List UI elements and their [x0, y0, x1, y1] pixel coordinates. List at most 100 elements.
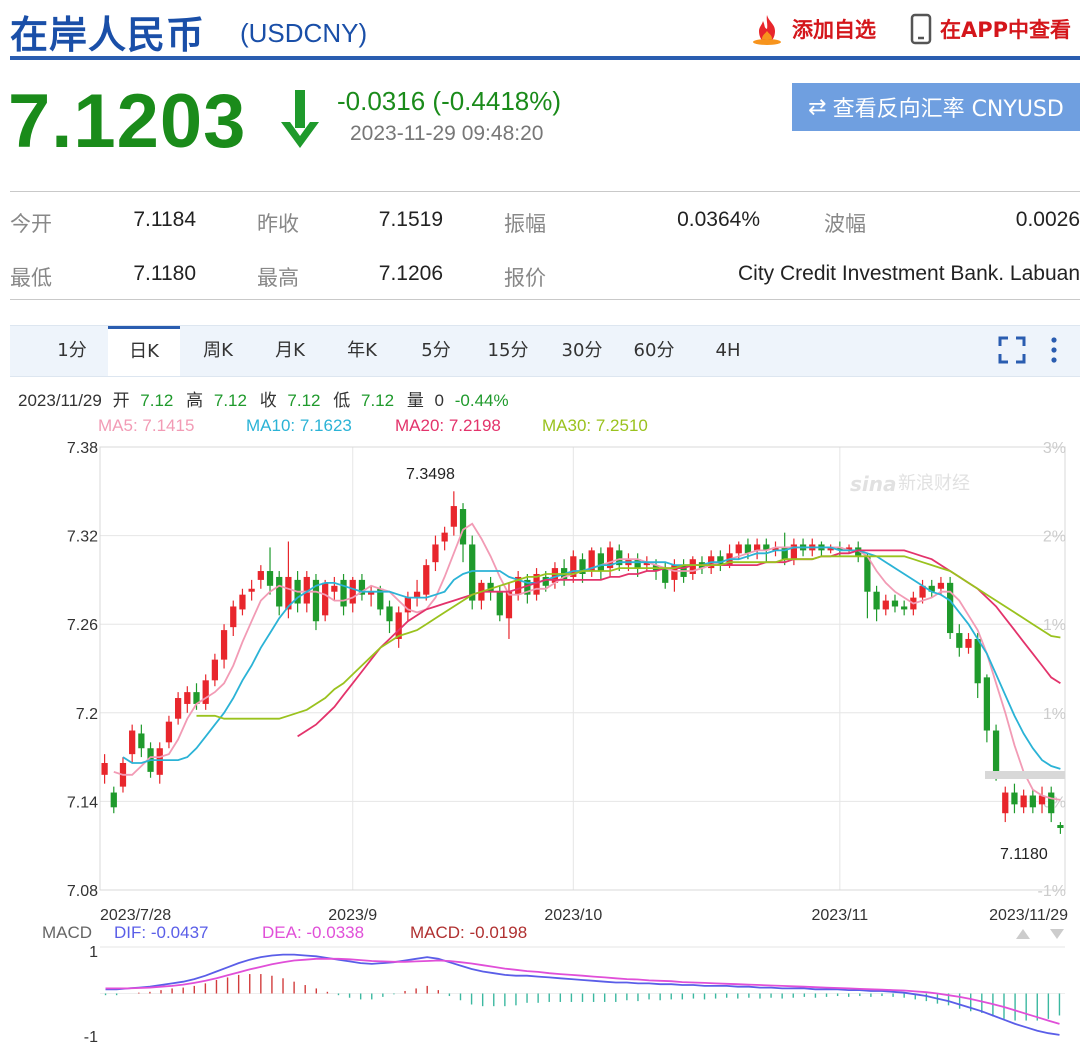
wave-value: 0.0026 — [1015, 208, 1080, 231]
tab-1min[interactable]: 1分 — [40, 326, 104, 376]
candle-body — [165, 721, 173, 743]
candle-body — [496, 591, 503, 616]
swap-icon: ⇄ — [808, 94, 827, 120]
ticker-code: (USDCNY) — [240, 18, 368, 48]
scroll-down-icon — [1050, 929, 1064, 939]
add-favorite-button[interactable]: 添加自选 — [750, 12, 876, 46]
quote-source-label: 报价 — [504, 267, 546, 290]
ma5-line — [113, 522, 1061, 801]
candle-body — [211, 659, 219, 681]
candle-body — [432, 544, 439, 563]
x-tick-label: 2023/11 — [812, 907, 869, 924]
info-close: 7.12 — [287, 391, 320, 410]
candle-body — [220, 630, 228, 660]
dif-legend: DIF: -0.0437 — [114, 923, 209, 942]
y-tick-right: 1% — [1043, 706, 1066, 723]
info-low-label: 低 — [333, 391, 350, 410]
x-tick-label: 2023/7/28 — [100, 907, 171, 924]
down-arrow-icon — [281, 90, 319, 148]
macd-value-legend: MACD: -0.0198 — [410, 923, 527, 942]
x-tick-label: 2023/10 — [544, 907, 602, 924]
candle-body — [386, 606, 393, 622]
candle-body — [101, 763, 108, 775]
tab-4h[interactable]: 4H — [696, 326, 760, 376]
tab-weekly[interactable]: 周K — [186, 326, 250, 376]
header: 在岸人民币 (USDCNY) 添加自选 在APP中查看 — [0, 0, 1080, 60]
candle-body — [1048, 792, 1055, 814]
candle-body — [239, 594, 246, 610]
y-tick-label: 7.2 — [76, 706, 98, 723]
y-tick-right: 3% — [1043, 440, 1066, 457]
view-in-app-button[interactable]: 在APP中查看 — [910, 12, 1071, 46]
candle-body — [983, 677, 991, 731]
fullscreen-icon[interactable] — [998, 336, 1026, 364]
macd-tick-label: 1 — [89, 944, 98, 961]
tab-yearly[interactable]: 年K — [330, 326, 394, 376]
scroll-up-icon — [1016, 929, 1030, 939]
stats-bottom-divider — [10, 299, 1080, 300]
tab-monthly[interactable]: 月K — [258, 326, 322, 376]
x-axis-labels: 2023/7/28 2023/9 2023/10 2023/11 2023/11/29 — [100, 907, 1068, 924]
candle-body — [349, 579, 356, 604]
candle-body — [891, 600, 899, 607]
info-vol-label: 量 — [407, 391, 424, 410]
quote-source-value: City Credit Investment Bank. Labuan — [737, 262, 1080, 285]
moving-averages — [113, 522, 1061, 801]
watermark-text: 新浪财经 — [898, 473, 970, 493]
period-tabs: 1分 日K 周K 月K 年K 5分 15分 30分 60分 4H — [10, 325, 1080, 377]
info-close-label: 收 — [260, 391, 277, 410]
info-pct: -0.44% — [455, 391, 509, 410]
more-options-icon[interactable] — [1046, 336, 1062, 364]
candle-body — [1002, 792, 1009, 814]
current-price: 7.1203 — [8, 79, 247, 164]
candle-body — [937, 582, 945, 589]
svg-text:sina: sina — [850, 472, 897, 496]
candle-body — [257, 571, 264, 580]
candle-body — [901, 606, 908, 610]
candle-body — [1020, 795, 1027, 808]
y-tick-right: 2% — [1043, 529, 1066, 546]
high-value: 7.1206 — [378, 262, 443, 285]
tab-daily[interactable]: 日K — [108, 326, 180, 376]
candle-body — [882, 600, 889, 610]
high-label: 最高 — [257, 267, 299, 290]
reverse-rate-button[interactable]: ⇄ 查看反向汇率 CNYUSD — [792, 83, 1080, 131]
dea-legend: DEA: -0.0338 — [262, 923, 364, 942]
ma20-legend: MA20: 7.2198 — [395, 416, 501, 435]
candle-body — [965, 638, 972, 648]
low-value: 7.1180 — [133, 262, 196, 285]
candle-body — [423, 565, 430, 595]
y-tick-label: 7.38 — [67, 440, 98, 457]
candle-body — [946, 582, 954, 634]
tab-30min[interactable]: 30分 — [550, 326, 614, 376]
price-change: -0.0316 (-0.4418%) — [337, 86, 562, 116]
low-label: 最低 — [10, 267, 52, 290]
macd-scroll-arrows[interactable] — [1016, 929, 1064, 939]
view-in-app-label: 在APP中查看 — [940, 18, 1072, 42]
y-tick-label: 7.08 — [67, 883, 98, 900]
candle-body — [735, 544, 742, 554]
tab-15min[interactable]: 15分 — [476, 326, 540, 376]
info-vol: 0 — [435, 391, 444, 410]
candle-body — [505, 591, 513, 619]
candle-body — [441, 532, 448, 542]
flame-icon — [753, 15, 781, 45]
macd-label: MACD — [42, 923, 92, 942]
header-divider — [10, 56, 1080, 60]
tab-60min[interactable]: 60分 — [622, 326, 686, 376]
wave-label: 波幅 — [824, 213, 866, 236]
candle-body — [174, 698, 182, 719]
dea-line — [105, 957, 1060, 1025]
candle-body — [1011, 792, 1018, 805]
info-open-label: 开 — [113, 391, 130, 410]
min-price-label: 7.1180 — [1000, 846, 1048, 863]
candle-body — [322, 582, 329, 616]
y-axis-right: 3%2%1%1%0%-1% — [1038, 440, 1066, 900]
x-tick-label: 2023/11/29 — [989, 907, 1068, 924]
candle-body — [864, 556, 871, 592]
amplitude-label: 振幅 — [504, 213, 546, 236]
info-date: 2023/11/29 — [18, 391, 102, 410]
tab-5min[interactable]: 5分 — [404, 326, 468, 376]
candle-body — [597, 553, 605, 572]
candle-body — [873, 591, 880, 610]
